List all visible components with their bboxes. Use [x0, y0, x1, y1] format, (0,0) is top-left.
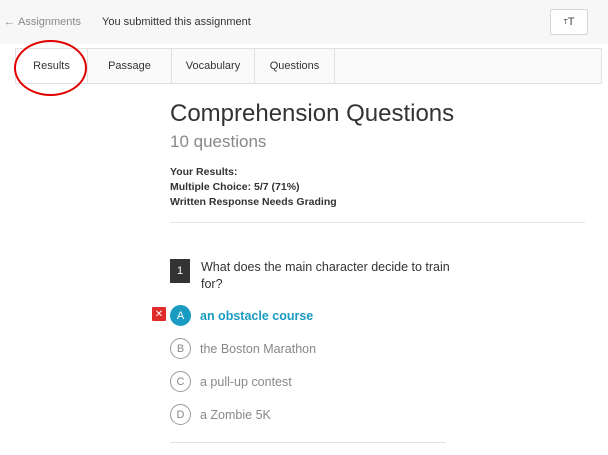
page-title: Comprehension Questions: [170, 100, 455, 127]
option-text: the Boston Marathon: [200, 341, 317, 356]
answer-option-b[interactable]: B the Boston Marathon: [170, 338, 316, 359]
font-size-large-icon: T: [567, 16, 575, 28]
answer-option-d[interactable]: D a Zombie 5K: [170, 404, 271, 425]
back-to-assignments-link[interactable]: ← Assignments: [4, 16, 81, 28]
option-text: a pull-up contest: [200, 374, 292, 389]
back-link-label: Assignments: [18, 16, 81, 28]
tab-questions[interactable]: Questions: [255, 49, 335, 83]
tab-passage[interactable]: Passage: [88, 49, 172, 83]
written-response-status: Written Response Needs Grading: [170, 196, 337, 208]
results-summary: Your Results: Multiple Choice: 5/7 (71%)…: [170, 165, 590, 210]
tab-bar: Results Passage Vocabulary Questions: [15, 48, 602, 84]
multiple-choice-score: Multiple Choice: 5/7 (71%): [170, 181, 300, 193]
option-letter-circle: A: [170, 305, 191, 326]
question-number-badge: 1: [170, 259, 190, 283]
question-item: 1 What does the main character decide to…: [170, 259, 450, 293]
incorrect-answer-icon: ✕: [152, 307, 166, 321]
tab-results[interactable]: Results: [16, 49, 88, 83]
option-letter-circle: D: [170, 404, 191, 425]
option-letter-circle: C: [170, 371, 191, 392]
results-heading: Your Results:: [170, 166, 238, 178]
section-divider: [170, 222, 585, 223]
question-count: 10 questions: [170, 132, 267, 151]
answer-option-c[interactable]: C a pull-up contest: [170, 371, 292, 392]
submission-status: You submitted this assignment: [102, 16, 251, 28]
option-text: a Zombie 5K: [200, 407, 271, 422]
answer-option-a[interactable]: A an obstacle course: [170, 305, 313, 326]
main-content: Comprehension Questions 10 questions You…: [170, 100, 590, 210]
top-bar: ← Assignments You submitted this assignme…: [0, 0, 608, 44]
back-arrow-icon: ←: [4, 16, 15, 28]
question-divider: [170, 442, 446, 443]
option-letter-circle: B: [170, 338, 191, 359]
question-text: What does the main character decide to t…: [201, 260, 450, 291]
tab-vocabulary[interactable]: Vocabulary: [172, 49, 255, 83]
font-size-button[interactable]: TT: [550, 9, 588, 35]
option-text: an obstacle course: [200, 308, 314, 323]
